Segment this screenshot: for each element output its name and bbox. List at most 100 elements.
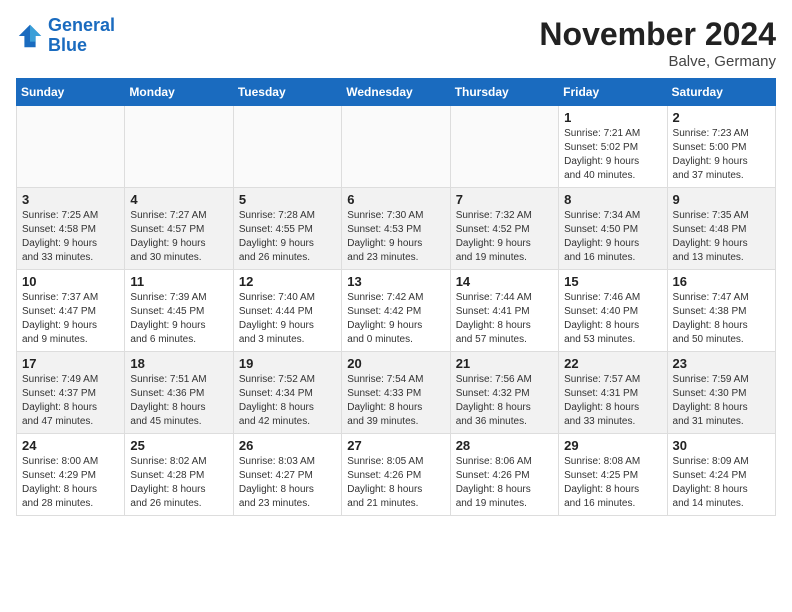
day-number: 26 [239,438,336,453]
calendar-cell: 8 Sunrise: 7:34 AM Sunset: 4:50 PM Daylig… [559,188,667,270]
day-number: 18 [130,356,227,371]
calendar-cell: 26 Sunrise: 8:03 AM Sunset: 4:27 PM Dayli… [233,434,341,516]
day-info: Sunrise: 7:34 AM Sunset: 4:50 PM Dayligh… [564,209,661,265]
day-info: Sunrise: 7:40 AM Sunset: 4:44 PM Dayligh… [239,291,336,347]
calendar-cell: 30 Sunrise: 8:09 AM Sunset: 4:24 PM Dayli… [667,434,775,516]
calendar-table: SundayMondayTuesdayWednesdayThursdayFrid… [16,78,776,516]
day-number: 27 [347,438,444,453]
day-info: Sunrise: 7:27 AM Sunset: 4:57 PM Dayligh… [130,209,227,265]
logo-line1: General [48,15,115,35]
day-info: Sunrise: 7:49 AM Sunset: 4:37 PM Dayligh… [22,373,119,429]
day-number: 28 [456,438,553,453]
day-info: Sunrise: 7:28 AM Sunset: 4:55 PM Dayligh… [239,209,336,265]
calendar-cell: 18 Sunrise: 7:51 AM Sunset: 4:36 PM Dayli… [125,352,233,434]
calendar-cell: 6 Sunrise: 7:30 AM Sunset: 4:53 PM Daylig… [342,188,450,270]
day-number: 2 [673,110,770,125]
logo: General Blue [16,16,115,56]
calendar-cell: 15Sunrise: 7:46 AM Sunset: 4:40 PM Dayli… [559,270,667,352]
calendar-cell: 4 Sunrise: 7:27 AM Sunset: 4:57 PM Daylig… [125,188,233,270]
calendar-cell: 25 Sunrise: 8:02 AM Sunset: 4:28 PM Dayli… [125,434,233,516]
logo-text: General Blue [48,16,115,56]
day-info: Sunrise: 7:59 AM Sunset: 4:30 PM Dayligh… [673,373,770,429]
day-number: 7 [456,192,553,207]
day-info: Sunrise: 8:06 AM Sunset: 4:26 PM Dayligh… [456,455,553,511]
weekday-header-sunday: Sunday [17,79,125,106]
calendar-cell [17,106,125,188]
day-info: Sunrise: 7:42 AM Sunset: 4:42 PM Dayligh… [347,291,444,347]
calendar-cell: 1 Sunrise: 7:21 AM Sunset: 5:02 PM Daylig… [559,106,667,188]
day-info: Sunrise: 8:00 AM Sunset: 4:29 PM Dayligh… [22,455,119,511]
day-number: 25 [130,438,227,453]
day-number: 29 [564,438,661,453]
calendar-week-row: 3Sunrise: 7:25 AM Sunset: 4:58 PM Daylig… [17,188,776,270]
day-info: Sunrise: 7:44 AM Sunset: 4:41 PM Dayligh… [456,291,553,347]
day-info: Sunrise: 7:57 AM Sunset: 4:31 PM Dayligh… [564,373,661,429]
day-number: 4 [130,192,227,207]
calendar-cell: 19Sunrise: 7:52 AM Sunset: 4:34 PM Dayli… [233,352,341,434]
day-number: 20 [347,356,444,371]
calendar-cell: 22Sunrise: 7:57 AM Sunset: 4:31 PM Dayli… [559,352,667,434]
calendar-cell: 28 Sunrise: 8:06 AM Sunset: 4:26 PM Dayli… [450,434,558,516]
day-info: Sunrise: 8:08 AM Sunset: 4:25 PM Dayligh… [564,455,661,511]
day-number: 24 [22,438,119,453]
calendar-cell: 20 Sunrise: 7:54 AM Sunset: 4:33 PM Dayli… [342,352,450,434]
weekday-header-wednesday: Wednesday [342,79,450,106]
calendar-cell: 9 Sunrise: 7:35 AM Sunset: 4:48 PM Daylig… [667,188,775,270]
day-info: Sunrise: 7:37 AM Sunset: 4:47 PM Dayligh… [22,291,119,347]
day-info: Sunrise: 8:02 AM Sunset: 4:28 PM Dayligh… [130,455,227,511]
day-number: 3 [22,192,119,207]
logo-icon [16,22,44,50]
calendar-cell: 12Sunrise: 7:40 AM Sunset: 4:44 PM Dayli… [233,270,341,352]
day-number: 30 [673,438,770,453]
day-info: Sunrise: 7:56 AM Sunset: 4:32 PM Dayligh… [456,373,553,429]
day-number: 21 [456,356,553,371]
day-info: Sunrise: 7:39 AM Sunset: 4:45 PM Dayligh… [130,291,227,347]
calendar-cell [450,106,558,188]
day-number: 9 [673,192,770,207]
calendar-cell: 2 Sunrise: 7:23 AM Sunset: 5:00 PM Daylig… [667,106,775,188]
day-info: Sunrise: 8:03 AM Sunset: 4:27 PM Dayligh… [239,455,336,511]
calendar-cell: 13 Sunrise: 7:42 AM Sunset: 4:42 PM Dayli… [342,270,450,352]
day-info: Sunrise: 8:09 AM Sunset: 4:24 PM Dayligh… [673,455,770,511]
location: Balve, Germany [539,53,776,70]
calendar-week-row: 17 Sunrise: 7:49 AM Sunset: 4:37 PM Dayli… [17,352,776,434]
weekday-header-saturday: Saturday [667,79,775,106]
day-number: 5 [239,192,336,207]
logo-line2: Blue [48,35,87,55]
day-number: 14 [456,274,553,289]
day-info: Sunrise: 7:47 AM Sunset: 4:38 PM Dayligh… [673,291,770,347]
day-info: Sunrise: 7:32 AM Sunset: 4:52 PM Dayligh… [456,209,553,265]
title-block: November 2024 Balve, Germany [539,16,776,70]
day-number: 6 [347,192,444,207]
day-number: 8 [564,192,661,207]
calendar-cell: 16Sunrise: 7:47 AM Sunset: 4:38 PM Dayli… [667,270,775,352]
page-header: General Blue November 2024 Balve, German… [16,16,776,70]
day-info: Sunrise: 7:54 AM Sunset: 4:33 PM Dayligh… [347,373,444,429]
day-info: Sunrise: 7:35 AM Sunset: 4:48 PM Dayligh… [673,209,770,265]
day-number: 11 [130,274,227,289]
calendar-cell: 11 Sunrise: 7:39 AM Sunset: 4:45 PM Dayli… [125,270,233,352]
day-info: Sunrise: 8:05 AM Sunset: 4:26 PM Dayligh… [347,455,444,511]
calendar-cell: 24 Sunrise: 8:00 AM Sunset: 4:29 PM Dayli… [17,434,125,516]
calendar-cell: 29 Sunrise: 8:08 AM Sunset: 4:25 PM Dayli… [559,434,667,516]
calendar-cell: 14 Sunrise: 7:44 AM Sunset: 4:41 PM Dayli… [450,270,558,352]
day-number: 10 [22,274,119,289]
day-info: Sunrise: 7:23 AM Sunset: 5:00 PM Dayligh… [673,127,770,183]
day-info: Sunrise: 7:21 AM Sunset: 5:02 PM Dayligh… [564,127,661,183]
calendar-cell: 21 Sunrise: 7:56 AM Sunset: 4:32 PM Dayli… [450,352,558,434]
day-number: 1 [564,110,661,125]
weekday-header-friday: Friday [559,79,667,106]
day-number: 13 [347,274,444,289]
day-info: Sunrise: 7:46 AM Sunset: 4:40 PM Dayligh… [564,291,661,347]
day-info: Sunrise: 7:30 AM Sunset: 4:53 PM Dayligh… [347,209,444,265]
weekday-header-monday: Monday [125,79,233,106]
day-info: Sunrise: 7:51 AM Sunset: 4:36 PM Dayligh… [130,373,227,429]
calendar-cell: 27 Sunrise: 8:05 AM Sunset: 4:26 PM Dayli… [342,434,450,516]
weekday-header-row: SundayMondayTuesdayWednesdayThursdayFrid… [17,79,776,106]
calendar-cell [125,106,233,188]
weekday-header-thursday: Thursday [450,79,558,106]
day-number: 17 [22,356,119,371]
day-number: 19 [239,356,336,371]
month-title: November 2024 [539,16,776,53]
calendar-week-row: 10 Sunrise: 7:37 AM Sunset: 4:47 PM Dayli… [17,270,776,352]
